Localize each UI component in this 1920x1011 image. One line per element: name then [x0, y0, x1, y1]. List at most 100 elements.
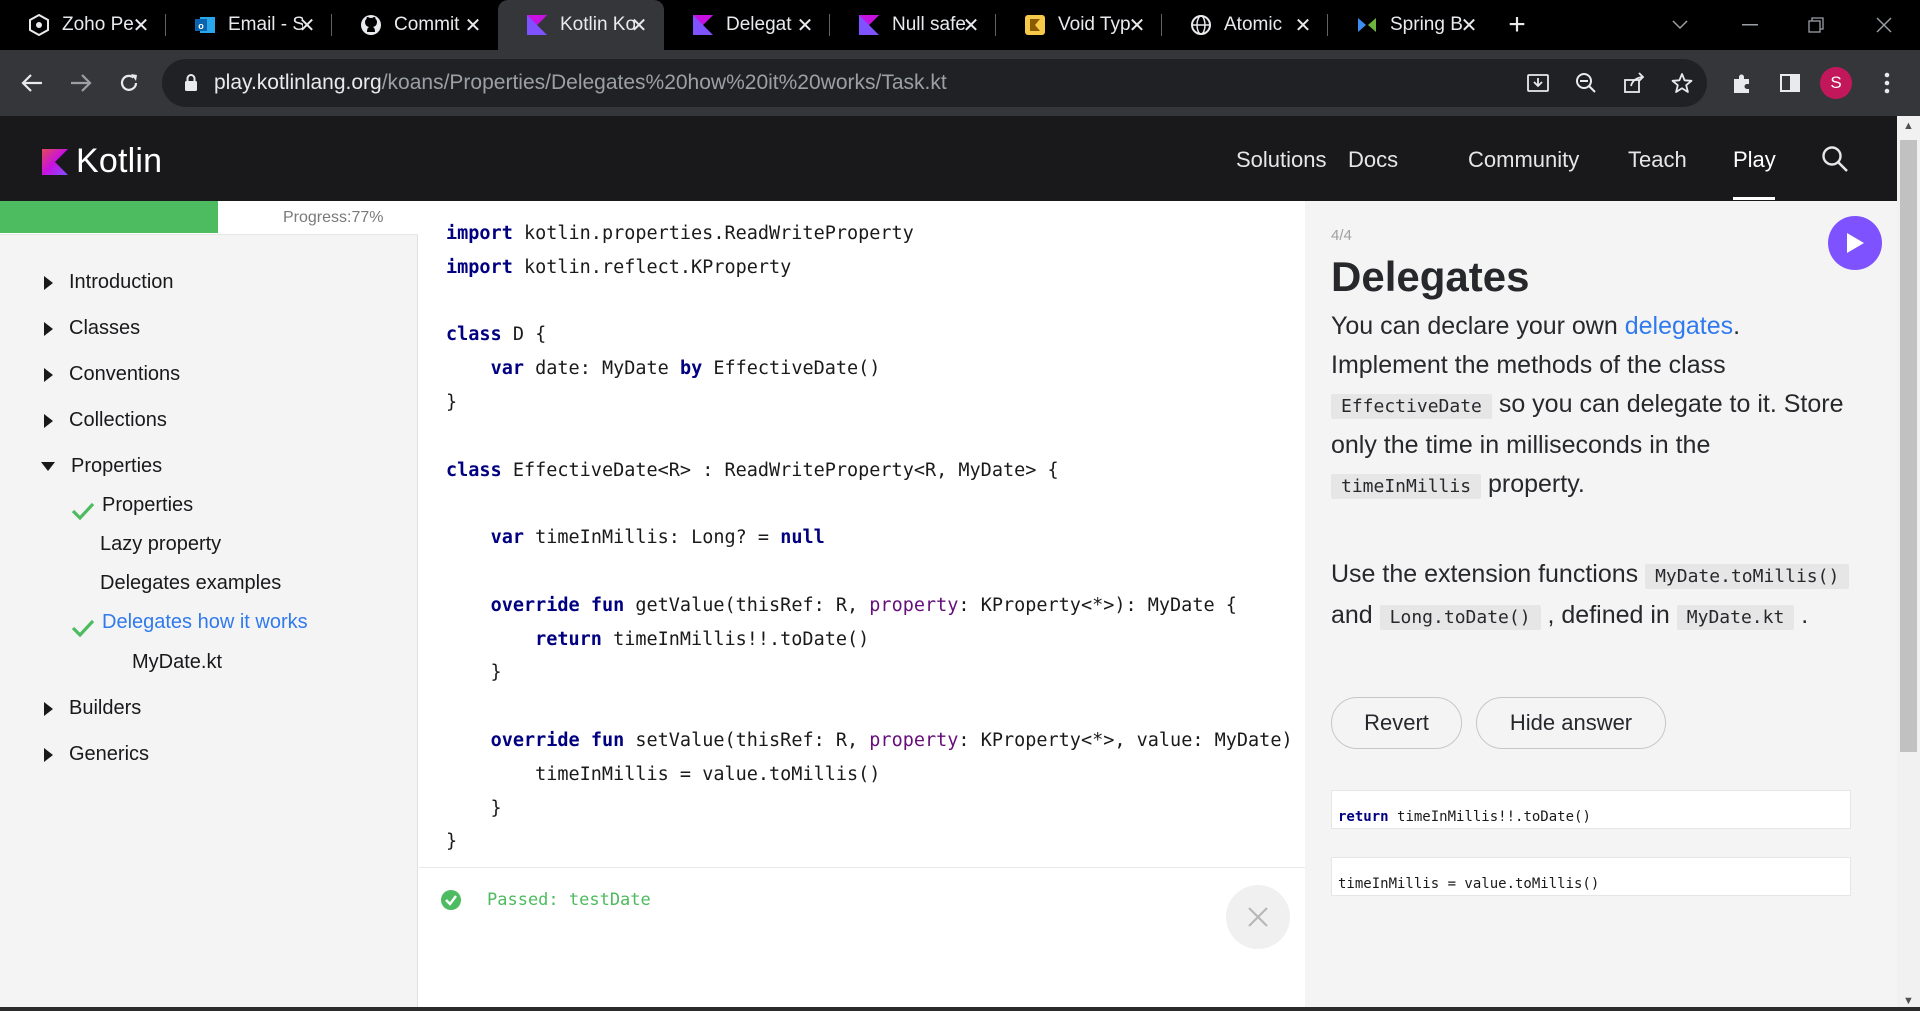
tab-void-type[interactable]: Void Typ ✕: [996, 0, 1162, 50]
close-results-button[interactable]: [1226, 885, 1290, 949]
close-icon[interactable]: ✕: [130, 14, 152, 37]
tree-item-label: Properties: [102, 494, 194, 516]
file-item-mydate[interactable]: MyDate.kt: [132, 651, 222, 674]
inline-code: EffectiveDate: [1331, 394, 1492, 419]
tree-item-properties[interactable]: Properties: [41, 455, 162, 478]
bookmark-star-icon[interactable]: [1662, 63, 1702, 103]
revert-button[interactable]: Revert: [1331, 697, 1462, 749]
tab-null-safety[interactable]: Null safe ✕: [830, 0, 996, 50]
address-bar[interactable]: play.kotlinlang.org/koans/Properties/Del…: [162, 59, 1707, 107]
tab-label: Null safe: [892, 14, 966, 35]
tab-zoho[interactable]: Zoho Pe ✕: [0, 0, 166, 50]
tab-github[interactable]: Commit ✕: [332, 0, 498, 50]
tree-item-label: Collections: [69, 409, 167, 431]
tree-item-lazy-property[interactable]: Lazy property: [100, 533, 221, 556]
code-line[interactable]: var date: MyDate by EffectiveDate(): [446, 352, 1293, 386]
code-line[interactable]: [446, 285, 1293, 319]
code-line[interactable]: }: [446, 825, 1293, 859]
profile-avatar[interactable]: S: [1820, 67, 1852, 99]
code-line[interactable]: [446, 487, 1293, 521]
tree-item-classes[interactable]: Classes: [44, 317, 140, 340]
nav-community[interactable]: Community: [1468, 147, 1579, 173]
scroll-up-arrow-icon[interactable]: ▲: [1897, 116, 1920, 136]
close-icon[interactable]: ✕: [1458, 14, 1480, 37]
code-line[interactable]: override fun getValue(thisRef: R, proper…: [446, 589, 1293, 623]
install-app-icon[interactable]: [1518, 63, 1558, 103]
tree-item-conventions[interactable]: Conventions: [44, 363, 180, 386]
tab-search-icon[interactable]: [1650, 0, 1710, 50]
back-arrow-icon[interactable]: [12, 63, 52, 103]
test-result-text: Passed: testDate: [487, 890, 651, 910]
tree-item-delegates-how-it-works[interactable]: Delegates how it works: [102, 611, 308, 634]
code-line[interactable]: [446, 420, 1293, 454]
code-line[interactable]: }: [446, 656, 1293, 690]
tab-delegates[interactable]: Delegat ✕: [664, 0, 830, 50]
tab-spring[interactable]: Spring B ✕: [1328, 0, 1494, 50]
code-line[interactable]: }: [446, 386, 1293, 420]
forward-arrow-icon[interactable]: [61, 63, 101, 103]
progress-fill: [0, 201, 218, 233]
close-icon[interactable]: ✕: [296, 14, 318, 37]
share-icon[interactable]: [1614, 63, 1654, 103]
window-close-icon[interactable]: [1854, 0, 1914, 50]
code-line[interactable]: override fun setValue(thisRef: R, proper…: [446, 724, 1293, 758]
tree-item-properties-task[interactable]: Properties: [102, 494, 193, 517]
nav-play[interactable]: Play: [1733, 147, 1776, 173]
tree-item-generics[interactable]: Generics: [44, 743, 149, 766]
delegates-link[interactable]: delegates: [1625, 312, 1733, 340]
tree-item-label: Classes: [69, 317, 141, 339]
tab-atomic[interactable]: Atomic ✕: [1162, 0, 1328, 50]
restore-icon[interactable]: [1786, 0, 1846, 50]
close-icon[interactable]: ✕: [960, 14, 982, 37]
run-button[interactable]: [1828, 216, 1882, 270]
side-panel-icon[interactable]: [1770, 63, 1810, 103]
code-line[interactable]: }: [446, 792, 1293, 826]
code-line[interactable]: class D {: [446, 318, 1293, 352]
code-line[interactable]: [446, 690, 1293, 724]
menu-kebab-icon[interactable]: [1867, 63, 1907, 103]
code-line[interactable]: class EffectiveDate<R> : ReadWriteProper…: [446, 454, 1293, 488]
close-icon[interactable]: ✕: [1292, 14, 1314, 37]
outlook-icon: o: [194, 14, 216, 36]
collapse-triangle-icon: [41, 462, 55, 471]
code-line[interactable]: var timeInMillis: Long? = null: [446, 521, 1293, 555]
close-icon[interactable]: ✕: [462, 14, 484, 37]
code-block[interactable]: import kotlin.properties.ReadWriteProper…: [446, 217, 1293, 859]
kotlin-icon: [858, 14, 880, 36]
browser-toolbar: play.kotlinlang.org/koans/Properties/Del…: [0, 50, 1920, 116]
desc-text: , defined in: [1540, 601, 1677, 629]
tree-item-introduction[interactable]: Introduction: [44, 271, 174, 294]
code-line[interactable]: [446, 555, 1293, 589]
nav-solutions[interactable]: Solutions: [1236, 147, 1327, 173]
tree-item-label: Delegates how it works: [102, 611, 308, 633]
tree-item-delegates-examples[interactable]: Delegates examples: [100, 572, 281, 595]
minimize-icon[interactable]: [1720, 0, 1780, 50]
inline-code: MyDate.kt: [1676, 605, 1795, 630]
code-line[interactable]: import kotlin.properties.ReadWriteProper…: [446, 217, 1293, 251]
scrollbar-thumb[interactable]: [1900, 140, 1917, 752]
close-icon[interactable]: ✕: [628, 14, 650, 37]
tree-item-collections[interactable]: Collections: [44, 409, 167, 432]
tree-item-label: Properties: [71, 455, 163, 477]
code-line[interactable]: return timeInMillis!!.toDate(): [446, 623, 1293, 657]
tab-kotlin-koans[interactable]: Kotlin Ko ✕: [498, 0, 664, 50]
nav-teach[interactable]: Teach: [1628, 147, 1687, 173]
code-editor[interactable]: import kotlin.properties.ReadWriteProper…: [419, 201, 1305, 1011]
task-hint: Use the extension functions MyDate.toMil…: [1331, 555, 1851, 637]
page-scrollbar[interactable]: ▲ ▼: [1897, 116, 1920, 1011]
close-icon[interactable]: ✕: [794, 14, 816, 37]
hide-answer-button[interactable]: Hide answer: [1476, 697, 1666, 749]
reload-icon[interactable]: [109, 63, 149, 103]
extensions-puzzle-icon[interactable]: [1722, 63, 1762, 103]
tab-email[interactable]: o Email - S ✕: [166, 0, 332, 50]
code-line[interactable]: timeInMillis = value.toMillis(): [446, 758, 1293, 792]
desc-text: property.: [1481, 470, 1585, 498]
zoom-out-icon[interactable]: [1566, 63, 1606, 103]
new-tab-button[interactable]: +: [1494, 0, 1540, 50]
nav-docs[interactable]: Docs: [1348, 147, 1398, 173]
close-icon[interactable]: ✕: [1126, 14, 1148, 37]
close-icon: [1248, 907, 1268, 927]
search-icon[interactable]: [1820, 144, 1850, 174]
tree-item-builders[interactable]: Builders: [44, 697, 141, 720]
code-line[interactable]: import kotlin.reflect.KProperty: [446, 251, 1293, 285]
